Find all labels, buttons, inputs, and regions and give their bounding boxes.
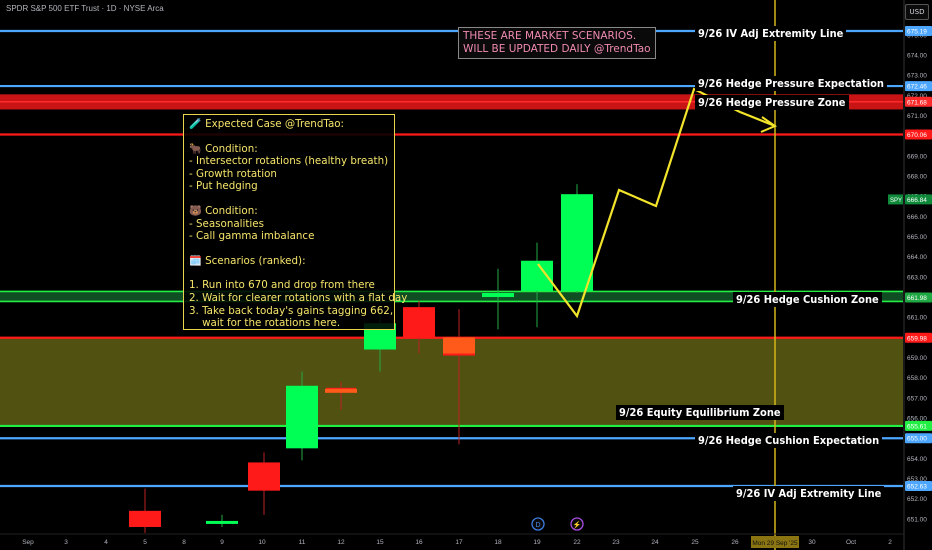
equity-equilibrium-zone-label: 9/26 Equity Equilibrium Zone: [616, 405, 784, 420]
price-tick-label: 654.00: [907, 456, 927, 463]
time-tick-label: 22: [573, 539, 581, 546]
time-tick-label: 9: [220, 539, 224, 546]
price-badge-label: 670.06: [907, 132, 927, 139]
price-badge-label: 675.19: [907, 29, 927, 36]
time-tick-label: 8: [182, 539, 186, 546]
candle-body: [325, 388, 357, 393]
card-title: 🧪 Expected Case @TrendTao:: [189, 118, 345, 130]
candle-body: [206, 520, 238, 524]
time-tick-label: 18: [494, 539, 502, 546]
bull-condition-heading: 🐂 Condition:: [189, 142, 258, 155]
bull-item: - Growth rotation: [189, 167, 277, 180]
time-tick-label: 25: [691, 539, 699, 546]
price-tick-label: 657.00: [907, 395, 927, 402]
price-badge-label: 671.68: [907, 99, 927, 106]
price-tick-label: 674.00: [907, 53, 927, 60]
candle-body: [248, 462, 280, 491]
currency-button[interactable]: USD: [905, 4, 929, 20]
earnings-event-glyph: D: [535, 522, 540, 529]
scenario-item: 2. Wait for clearer rotations with a fla…: [189, 291, 408, 304]
price-badge-label: 672.46: [907, 84, 927, 91]
price-badge-label: 666.84: [907, 197, 927, 204]
economic-event-glyph: ⚡: [573, 520, 582, 529]
price-tick-label: 661.00: [907, 315, 927, 322]
price-badge-label: 659.98: [907, 335, 927, 342]
price-badge-label: 661.98: [907, 295, 927, 302]
time-tick-label: 15: [376, 539, 384, 546]
price-tick-label: 665.00: [907, 234, 927, 241]
notice-line-2: WILL BE UPDATED DAILY @TrendTao: [463, 43, 651, 55]
bear-condition-heading: 🐻 Condition:: [189, 204, 258, 217]
time-tick-label: 4: [104, 539, 108, 546]
time-tick-label: Sep: [22, 539, 34, 546]
price-tick-label: 652.00: [907, 496, 927, 503]
iv-high-label: 9/26 IV Adj Extremity Line: [695, 26, 847, 41]
time-tick-label: 2: [888, 539, 892, 546]
time-tick-label: 16: [415, 539, 423, 546]
time-tick-label: 11: [299, 539, 306, 546]
price-badge-label: 655.00: [907, 436, 927, 443]
iv-low-label: 9/26 IV Adj Extremity Line: [733, 486, 885, 501]
hedge-cushion-expectation-label: 9/26 Hedge Cushion Expectation: [695, 433, 883, 448]
price-tick-label: 659.00: [907, 355, 927, 362]
symbol-header[interactable]: SPDR S&P 500 ETF Trust · 1D · NYSE Arca: [6, 4, 164, 13]
scenario-notice: THESE ARE MARKET SCENARIOS. WILL BE UPDA…: [458, 27, 656, 59]
price-tick-label: 671.00: [907, 113, 927, 120]
price-tick-label: 664.00: [907, 254, 927, 261]
price-tick-label: 658.00: [907, 375, 927, 382]
price-tick-label: 673.00: [907, 73, 927, 80]
scenarios-heading: 🗓️ Scenarios (ranked):: [189, 254, 306, 267]
scenario-item: 1. Run into 670 and drop from there: [189, 279, 375, 292]
bear-item: - Call gamma imbalance: [189, 230, 315, 243]
time-tick-label: 17: [455, 539, 463, 546]
hedge-pressure-expectation-label: 9/26 Hedge Pressure Expectation: [695, 76, 887, 91]
time-tick-label: 26: [731, 539, 739, 546]
scenario-item: 3. Take back today's gains tagging 662,: [189, 304, 394, 317]
notice-line-1: THESE ARE MARKET SCENARIOS.: [463, 30, 637, 42]
candle-body: [403, 307, 435, 338]
candle-body: [482, 293, 514, 298]
candle-body: [561, 194, 593, 291]
candle-body: [443, 337, 475, 354]
scenario-item: wait for the rotations here.: [189, 317, 341, 330]
bear-item: - Seasonalities: [189, 217, 264, 230]
time-tick-label: 30: [808, 539, 816, 546]
time-tick-label: 23: [612, 539, 620, 546]
price-tick-label: 651.00: [907, 516, 927, 523]
price-tick-label: 663.00: [907, 274, 927, 281]
time-tick-label: 5: [143, 539, 147, 546]
candle-body: [286, 385, 318, 449]
price-tick-label: 666.00: [907, 214, 927, 221]
time-tick-label: Oct: [846, 539, 856, 546]
price-badge-label: 652.63: [907, 484, 927, 491]
time-tick-label: 12: [337, 539, 345, 546]
cursor-date-label: Mon 29 Sep '25: [752, 540, 798, 547]
time-tick-label: 24: [651, 539, 659, 546]
bull-item: - Put hedging: [189, 180, 258, 193]
time-tick-label: 10: [258, 539, 266, 546]
expected-case-card: 🧪 Expected Case @TrendTao: 🐂 Condition: …: [183, 114, 408, 330]
time-tick-label: 19: [533, 539, 541, 546]
price-tick-label: 669.00: [907, 153, 927, 160]
bull-item: - Intersector rotations (healthy breath): [189, 155, 389, 168]
spy-tag-label: SPY: [890, 198, 902, 204]
hedge-pressure-zone-label: 9/26 Hedge Pressure Zone: [695, 95, 849, 110]
hedge-cushion-zone-label: 9/26 Hedge Cushion Zone: [733, 292, 882, 307]
price-tick-label: 668.00: [907, 174, 927, 181]
candle-body: [129, 510, 161, 527]
price-badge-label: 655.61: [907, 423, 927, 430]
time-tick-label: 3: [64, 539, 68, 546]
